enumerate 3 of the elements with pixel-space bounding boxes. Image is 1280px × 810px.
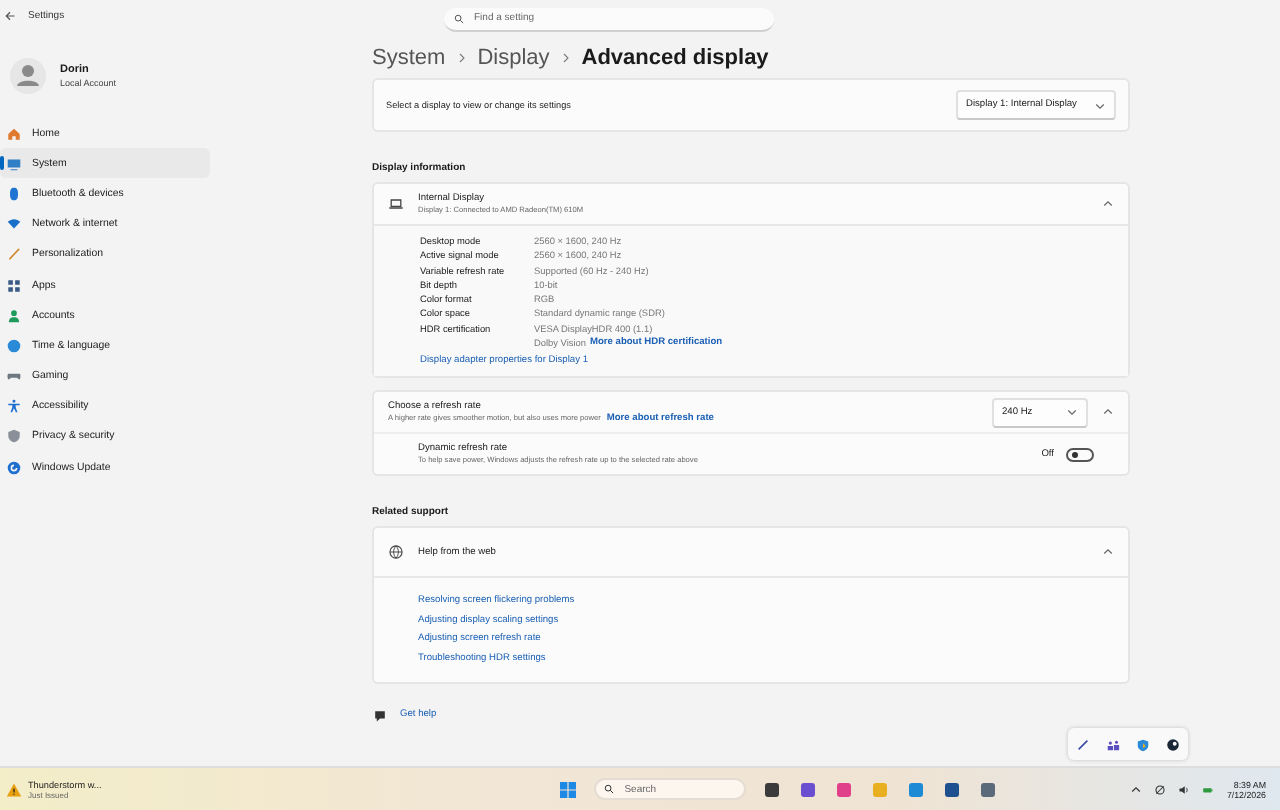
breadcrumb-link[interactable]: Display [477,46,550,70]
page-title: Advanced display [581,46,769,70]
breadcrumb-link[interactable]: System [372,46,446,70]
